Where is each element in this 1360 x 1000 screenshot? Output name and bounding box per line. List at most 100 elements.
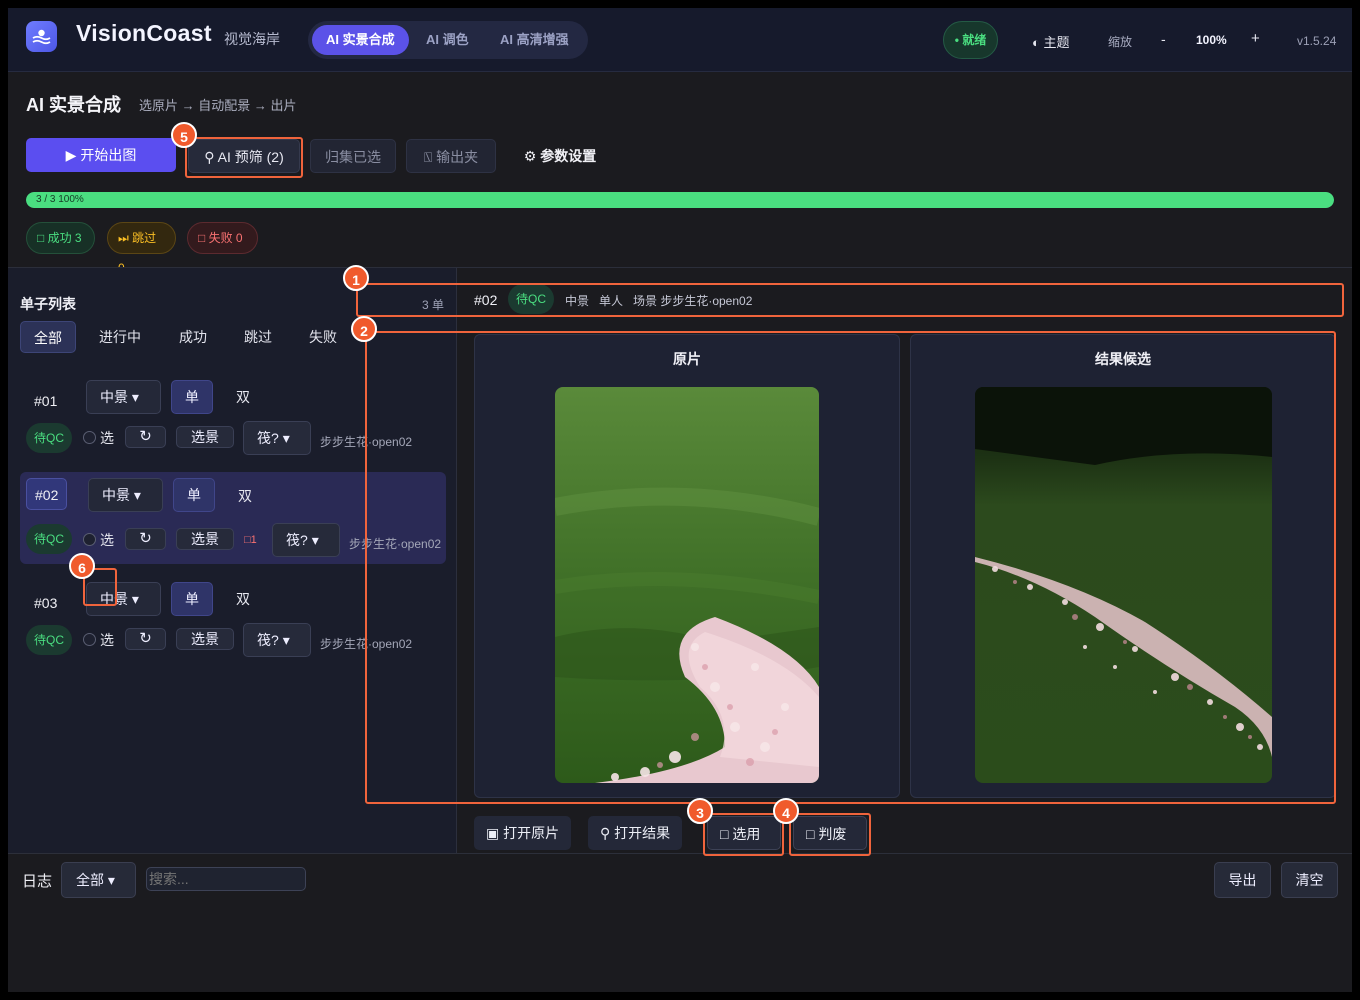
gear-icon: ⚙ <box>523 148 541 164</box>
single-button[interactable]: 单 <box>173 478 215 512</box>
zoom-label: 缩放 <box>1108 35 1133 49</box>
filter-skipped[interactable]: 跳过 <box>231 321 285 353</box>
choose-scene-button[interactable]: 选景 <box>176 426 234 448</box>
qc-badge: 待QC <box>26 423 72 453</box>
collect-selected-button[interactable]: 归集已选 <box>310 139 396 173</box>
filter-failed[interactable]: 失败 <box>296 321 350 353</box>
refresh-button[interactable]: ↻ <box>125 628 166 650</box>
filter-all[interactable]: 全部 <box>20 321 76 353</box>
refresh-button[interactable]: ↻ <box>125 528 166 550</box>
fail-count-badge: □ 失败 0 <box>187 222 258 254</box>
order-id: #01 <box>34 393 58 409</box>
clear-button[interactable]: 清空 <box>1281 862 1338 898</box>
page-title: AI 实景合成 <box>26 95 122 115</box>
annotation-badge-2: 2 <box>351 316 377 342</box>
qc-status-select[interactable]: 筏? ▾ <box>272 523 340 557</box>
double-button[interactable]: 双 <box>236 387 250 407</box>
fail-count-label: 失败 0 <box>208 231 243 245</box>
caret-down-icon: ▾ <box>131 591 139 607</box>
export-button[interactable]: 导出 <box>1214 862 1271 898</box>
caret-down-icon: ▾ <box>131 389 139 405</box>
choose-scene-button[interactable]: 选景 <box>176 528 234 550</box>
log-filter-value: 全部 <box>76 872 104 888</box>
settings-button[interactable]: ⚙ 参数设置 <box>510 139 610 173</box>
zoom-out-button[interactable]: - <box>1161 31 1166 47</box>
double-button[interactable]: 双 <box>236 589 250 609</box>
order-id: #03 <box>34 595 58 611</box>
annotation-badge-4: 4 <box>773 798 799 824</box>
caret-down-icon: ▾ <box>133 487 141 503</box>
breadcrumb: 选原片 → 自动配景 → 出片 <box>139 98 297 113</box>
search-icon: ⚲ <box>600 825 615 841</box>
qc-status-value: 筏? <box>286 532 308 548</box>
qc-status-value: 筏? <box>257 430 279 446</box>
select-radio[interactable] <box>83 633 96 646</box>
mode-tabs: AI 实景合成 AI 调色 AI 高清增强 <box>308 21 588 59</box>
order-id: #02 <box>26 478 68 510</box>
open-result-label: 打开结果 <box>614 825 671 841</box>
select-label: 选 <box>100 430 114 446</box>
qc-badge: 待QC <box>26 524 72 554</box>
log-search-input[interactable] <box>146 867 306 891</box>
annotation-box-2 <box>365 331 1336 804</box>
open-result-button[interactable]: ⚲ 打开结果 <box>588 816 683 850</box>
status-badge: • 就绪 <box>943 21 998 59</box>
top-bar: VisionCoast 视觉海岸 AI 实景合成 AI 调色 AI 高清增强 •… <box>8 8 1352 72</box>
caret-down-icon: ▾ <box>311 532 319 548</box>
logo-icon <box>26 21 57 52</box>
select-radio[interactable] <box>83 431 96 444</box>
output-folder-button[interactable]: ⍂ 输出夹 <box>406 139 496 173</box>
choose-scene-button[interactable]: 选景 <box>176 628 234 650</box>
sidebar-title: 单子列表 <box>20 296 76 312</box>
open-original-label: 打开原片 <box>503 825 560 841</box>
annotation-box-4 <box>789 813 871 856</box>
tab-ai-color[interactable]: AI 调色 <box>412 25 483 55</box>
single-button[interactable]: 单 <box>171 380 213 414</box>
shot-select[interactable]: 中景 ▾ <box>86 380 161 414</box>
qc-status-select[interactable]: 筏? ▾ <box>243 421 311 455</box>
caret-down-icon: ▾ <box>107 872 115 888</box>
brand-name: VisionCoast <box>76 20 212 46</box>
annotation-box-3 <box>703 813 784 856</box>
output-folder-label: 输出夹 <box>436 149 479 165</box>
qc-status-value: 筏? <box>257 632 279 648</box>
success-count-badge: □ 成功 3 <box>26 222 95 254</box>
log-title: 日志 <box>22 873 53 890</box>
zoom-in-button[interactable]: + <box>1251 30 1260 47</box>
shot-select[interactable]: 中景 ▾ <box>88 478 163 512</box>
flag-count: □1 <box>244 534 257 546</box>
start-render-button[interactable]: ▶ 开始出图 <box>26 138 176 172</box>
open-original-button[interactable]: ▣ 打开原片 <box>474 816 572 850</box>
select-label: 选 <box>100 532 114 548</box>
annotation-badge-6: 6 <box>69 553 95 579</box>
version-label: v1.5.24 <box>1297 34 1337 48</box>
annotation-badge-3: 3 <box>687 798 713 824</box>
image-icon: ▣ <box>486 825 504 841</box>
skip-count-badge: ⏭ 跳过 0 <box>107 222 176 275</box>
caret-down-icon: ▾ <box>282 632 290 648</box>
progress-fill <box>26 192 1334 208</box>
progress-text: 3 / 3 100% <box>36 194 84 205</box>
theme-toggle-button[interactable]: ◐ 主题 <box>1032 32 1069 51</box>
annotation-box-5 <box>185 137 303 178</box>
refresh-button[interactable]: ↻ <box>125 426 166 448</box>
filter-success[interactable]: 成功 <box>166 321 220 353</box>
filter-in-progress[interactable]: 进行中 <box>86 321 154 353</box>
select-radio[interactable] <box>83 533 96 546</box>
tab-ai-composite[interactable]: AI 实景合成 <box>312 25 409 55</box>
single-button[interactable]: 单 <box>171 582 213 616</box>
log-bar: 日志 全部 ▾ 导出 清空 <box>8 853 1352 992</box>
brand-subtitle: 视觉海岸 <box>224 31 280 47</box>
double-button[interactable]: 双 <box>238 486 252 506</box>
qc-status-select[interactable]: 筏? ▾ <box>243 623 311 657</box>
settings-label: 参数设置 <box>540 148 597 164</box>
annotation-box-1 <box>356 283 1344 317</box>
annotation-badge-1: 1 <box>343 265 369 291</box>
progress-bar: 3 / 3 100% <box>26 192 1334 208</box>
tab-ai-enhance[interactable]: AI 高清增强 <box>486 25 583 55</box>
zoom-value: 100% <box>1196 33 1227 47</box>
success-count-label: 成功 3 <box>47 231 82 245</box>
qc-badge: 待QC <box>26 625 72 655</box>
shot-select-value: 中景 <box>102 487 130 503</box>
log-filter-select[interactable]: 全部 ▾ <box>61 862 136 898</box>
